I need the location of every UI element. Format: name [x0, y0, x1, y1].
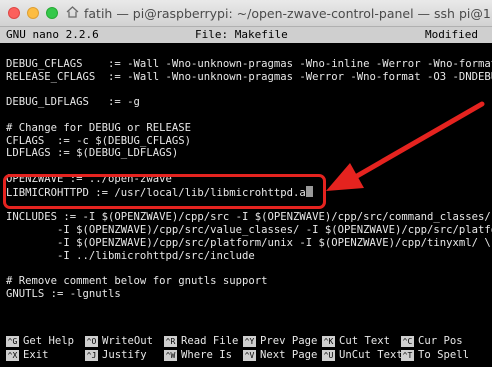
- editor-line: -I ../libmicrohttpd/src/include: [6, 249, 255, 262]
- shortcut-label: Prev Page: [260, 335, 318, 347]
- shortcut-key: ^C: [401, 335, 414, 347]
- shortcut-key: ^T: [401, 349, 414, 361]
- editor-text-area[interactable]: DEBUG_CFLAGS := -Wall -Wno-unknown-pragm…: [6, 45, 492, 301]
- editor-line: CFLAGS := -c $(DEBUG_CFLAGS): [6, 134, 191, 147]
- shortcut-bar: ^G Get Help ^O WriteOut ^R Read File ^Y …: [6, 330, 492, 366]
- shortcut-justify[interactable]: ^J Justify: [85, 348, 147, 362]
- editor-line: DEBUG_CFLAGS := -Wall -Wno-unknown-pragm…: [6, 57, 492, 70]
- shortcut-cut-text[interactable]: ^K Cut Text: [322, 334, 390, 348]
- editor-line: DEBUG_LDFLAGS := -g: [6, 96, 140, 109]
- shortcut-writeout[interactable]: ^O WriteOut: [85, 334, 153, 348]
- editor-line: INCLUDES := -I $(OPENZWAVE)/cpp/src -I $…: [6, 211, 492, 224]
- window-title: fatih — pi@raspberrypi: ~/open-zwave-con…: [84, 5, 492, 21]
- shortcut-label: Cur Pos: [418, 335, 463, 347]
- close-button[interactable]: [8, 7, 20, 19]
- editor-line: # Remove comment below for gnutls suppor…: [6, 275, 268, 288]
- shortcut-key: ^Y: [243, 335, 256, 347]
- editor-line: RELEASE_CFLAGS := -Wall -Wno-unknown-pra…: [6, 70, 492, 83]
- shortcut-key: ^X: [6, 349, 19, 361]
- file-name: File: Makefile: [195, 28, 288, 41]
- shortcut-get-help[interactable]: ^G Get Help: [6, 334, 74, 348]
- title-bar[interactable]: fatih — pi@raspberrypi: ~/open-zwave-con…: [0, 0, 492, 27]
- shortcut-label: WriteOut: [102, 335, 154, 347]
- annotation-highlight-box: [3, 174, 326, 209]
- shortcut-key: ^O: [85, 335, 98, 347]
- shortcut-to-spell[interactable]: ^T To Spell: [401, 348, 469, 362]
- shortcut-key: ^W: [164, 349, 177, 361]
- editor-line: -I $(OPENZWAVE)/cpp/src/value_classes/ -…: [6, 224, 492, 237]
- shortcut-exit[interactable]: ^X Exit: [6, 348, 49, 362]
- shortcut-key: ^J: [85, 349, 98, 361]
- maximize-button[interactable]: [46, 7, 58, 19]
- home-icon: [66, 5, 79, 21]
- shortcut-read-file[interactable]: ^R Read File: [164, 334, 238, 348]
- shortcut-label: UnCut Text: [339, 349, 403, 361]
- shortcut-uncut-text[interactable]: ^U UnCut Text: [322, 348, 403, 362]
- shortcut-key: ^U: [322, 349, 335, 361]
- shortcut-where-is[interactable]: ^W Where Is: [164, 348, 232, 362]
- editor-line: # Change for DEBUG or RELEASE: [6, 121, 191, 134]
- shortcut-label: Where Is: [181, 349, 233, 361]
- shortcut-label: Exit: [23, 349, 49, 361]
- shortcut-next-page[interactable]: ^V Next Page: [243, 348, 317, 362]
- shortcut-key: ^K: [322, 335, 335, 347]
- editor-line: -I $(OPENZWAVE)/cpp/src/platform/unix -I…: [6, 236, 491, 249]
- terminal-window: fatih — pi@raspberrypi: ~/open-zwave-con…: [0, 0, 492, 367]
- shortcut-prev-page[interactable]: ^Y Prev Page: [243, 334, 317, 348]
- nano-header-bar: GNU nano 2.2.6 File: Makefile Modified: [0, 27, 492, 43]
- shortcut-label: Get Help: [23, 335, 75, 347]
- shortcut-cur-pos[interactable]: ^C Cur Pos: [401, 334, 463, 348]
- nano-version: GNU nano 2.2.6: [6, 28, 99, 41]
- minimize-button[interactable]: [27, 7, 39, 19]
- shortcut-key: ^R: [164, 335, 177, 347]
- editor-line: GNUTLS := -lgnutls: [6, 288, 121, 301]
- shortcut-label: Read File: [181, 335, 239, 347]
- shortcut-label: Justify: [102, 349, 147, 361]
- shortcut-label: To Spell: [418, 349, 470, 361]
- modified-status: Modified: [425, 28, 478, 41]
- shortcut-label: Cut Text: [339, 335, 391, 347]
- editor-line: LDFLAGS := $(DEBUG_LDFLAGS): [6, 147, 179, 160]
- shortcut-key: ^G: [6, 335, 19, 347]
- shortcut-label: Next Page: [260, 349, 318, 361]
- window-title-area: fatih — pi@raspberrypi: ~/open-zwave-con…: [66, 0, 492, 26]
- shortcut-key: ^V: [243, 349, 256, 361]
